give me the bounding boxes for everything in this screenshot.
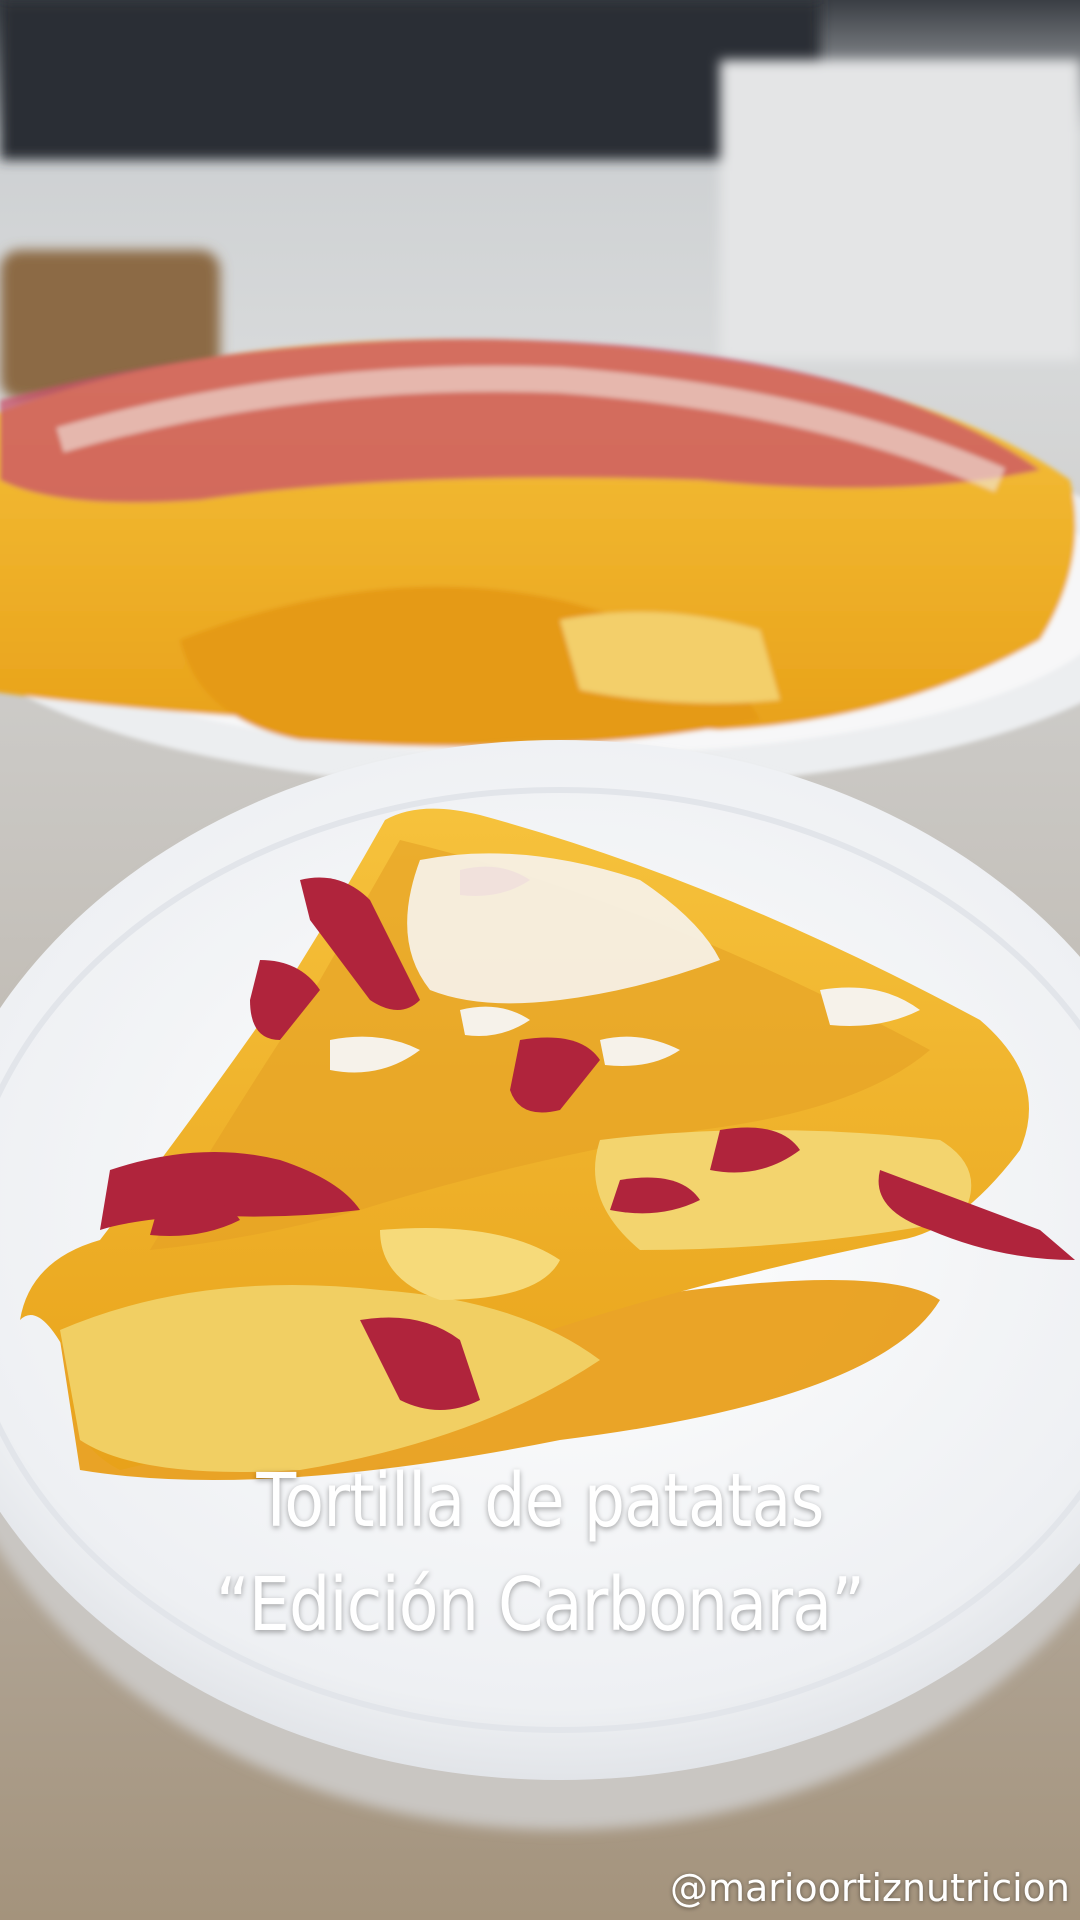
wall-panel — [720, 60, 1080, 360]
back-tortilla — [0, 339, 1080, 790]
recipe-subtitle: “Edición Carbonara” — [215, 1562, 865, 1648]
recipe-title: Tortilla de patatas — [256, 1458, 824, 1544]
creator-handle: @marioortiznutricion — [669, 1866, 1070, 1910]
dark-top-area — [0, 0, 820, 160]
